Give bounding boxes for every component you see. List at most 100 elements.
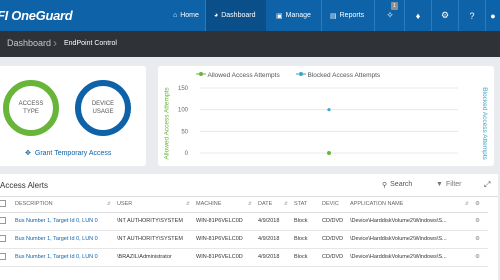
search-icon: ⚲ bbox=[382, 182, 388, 189]
column-header-machine[interactable]: MACHINE ⇵ bbox=[193, 197, 255, 213]
search-button[interactable]: ⚲ Search bbox=[382, 181, 412, 189]
row-select-cell[interactable] bbox=[0, 230, 12, 249]
home-icon: ⌂ bbox=[173, 12, 178, 19]
column-header-label: MACHINE bbox=[196, 201, 222, 208]
access-type-label: ACCESS TYPE bbox=[18, 101, 44, 115]
column-header-label: STAT bbox=[294, 201, 308, 208]
cell-machine: WIN-81P6VELC0D bbox=[193, 212, 255, 231]
cell-application-name: \Device\HarddiskVolume2\Windows\S... bbox=[347, 230, 472, 249]
cell-description[interactable]: Bus Number 1, Target Id 0, LUN 0 bbox=[12, 212, 114, 231]
access-summary-card: ACCESS TYPE DEVICE USAGE ✥ Grant Tempora… bbox=[0, 66, 146, 166]
row-select-cell[interactable] bbox=[0, 212, 12, 231]
nav-manage-label: Manage bbox=[285, 12, 311, 19]
y-tick-label: 100 bbox=[178, 108, 189, 114]
dashboard-icon: ◕ bbox=[214, 12, 219, 19]
table-header-row: DESCRIPTION ⇵ USER ⇵ MACHINE ⇵ DATE ⇵ STAT D… bbox=[0, 197, 488, 213]
cell-date: 4/9/2018 bbox=[255, 248, 291, 267]
nav-dashboard[interactable]: ◕ Dashboard bbox=[206, 0, 266, 31]
cell-date: 4/9/2018 bbox=[255, 212, 291, 231]
access-attempts-chart-card: Allowed Access Attempts Blocked Access A… bbox=[158, 66, 494, 166]
cell-description[interactable]: Bus Number 1, Target Id 0, LUN 0 bbox=[12, 230, 114, 249]
sort-icon: ⇵ bbox=[106, 201, 111, 208]
row-checkbox[interactable] bbox=[0, 234, 6, 242]
row-checkbox[interactable] bbox=[0, 252, 6, 260]
cell-status: Block bbox=[291, 212, 319, 231]
filter-button[interactable]: ▼ Filter bbox=[436, 181, 462, 188]
cell-date: 4/9/2018 bbox=[255, 230, 291, 249]
expand-icon[interactable]: ⤢ bbox=[484, 180, 490, 190]
sort-icon: ⇵ bbox=[283, 201, 288, 208]
sort-icon: ⇵ bbox=[185, 201, 190, 208]
row-select-cell[interactable] bbox=[0, 248, 12, 267]
y-tick-label: 50 bbox=[181, 129, 188, 135]
device-usage-ring[interactable]: DEVICE USAGE bbox=[75, 80, 131, 136]
y-tick-label: 0 bbox=[185, 151, 189, 157]
grant-temporary-access-label: Grant Temporary Access bbox=[34, 149, 112, 157]
cell-application-name: \Device\HarddiskVolume2\Windows\S... bbox=[347, 212, 472, 231]
row-settings-icon[interactable]: ⚙ bbox=[475, 218, 480, 224]
column-header-status[interactable]: STAT bbox=[291, 197, 319, 213]
column-header-settings[interactable]: ⚙ bbox=[472, 197, 488, 213]
bell-icon[interactable]: ♦ bbox=[405, 0, 431, 31]
cell-user: \BRAZIL\Administrator bbox=[114, 248, 193, 267]
blocked-data-point[interactable] bbox=[327, 108, 331, 112]
cell-device: CD/DVD bbox=[319, 248, 347, 267]
sort-icon: ⇵ bbox=[464, 201, 469, 208]
cell-application-name: \Device\HarddiskVolume2\Windows\S... bbox=[347, 248, 472, 267]
access-attempts-chart: 150 100 50 0 bbox=[178, 86, 458, 157]
user-icon[interactable]: ● bbox=[486, 0, 500, 31]
search-label: Search bbox=[390, 181, 413, 188]
notification-count-badge: 1 bbox=[391, 2, 398, 10]
column-header-application-name[interactable]: APPLICATION NAME ⇵ bbox=[347, 197, 472, 213]
nav-reports-label: Reports bbox=[339, 12, 365, 19]
y-tick-label: 150 bbox=[178, 86, 189, 92]
select-all-checkbox[interactable] bbox=[0, 199, 6, 207]
nav-manage[interactable]: ▣ Manage bbox=[266, 0, 321, 31]
row-settings-cell[interactable]: ⚙ bbox=[472, 248, 488, 267]
table-row[interactable]: Bus Number 1, Target Id 0, LUN 0 \NT AUT… bbox=[0, 212, 488, 231]
cell-device: CD/DVD bbox=[319, 230, 347, 249]
breadcrumb-separator-icon: › bbox=[53, 36, 57, 50]
alerts-table: DESCRIPTION ⇵ USER ⇵ MACHINE ⇵ DATE ⇵ STAT D… bbox=[0, 197, 488, 267]
cell-machine: WIN-81P6VELC0D bbox=[193, 248, 255, 267]
device-usage-label: DEVICE USAGE bbox=[91, 101, 115, 115]
access-alerts-panel: Access Alerts ⚲ Search ▼ Filter ⤢ DESCRI… bbox=[0, 174, 498, 280]
breadcrumb-root[interactable]: Dashboard bbox=[7, 38, 51, 48]
row-settings-cell[interactable]: ⚙ bbox=[472, 230, 488, 249]
table-row[interactable]: Bus Number 1, Target Id 0, LUN 0 \BRAZIL… bbox=[0, 248, 488, 267]
sync-icon[interactable]: ✧ bbox=[377, 0, 403, 31]
column-header-user[interactable]: USER ⇵ bbox=[114, 197, 193, 213]
help-icon[interactable]: ? bbox=[459, 0, 485, 31]
row-settings-icon[interactable]: ⚙ bbox=[475, 254, 480, 260]
column-header-label: APPLICATION NAME bbox=[350, 201, 404, 208]
nav-home[interactable]: ⌂ Home bbox=[163, 0, 205, 31]
column-header-label: DATE bbox=[258, 201, 273, 208]
column-header-label: USER bbox=[117, 201, 133, 208]
row-checkbox[interactable] bbox=[0, 216, 6, 224]
row-settings-cell[interactable]: ⚙ bbox=[472, 212, 488, 231]
cell-status: Block bbox=[291, 230, 319, 249]
nav-home-label: Home bbox=[180, 12, 199, 19]
column-header-device[interactable]: DEVIC bbox=[319, 197, 347, 213]
access-alerts-title: Access Alerts bbox=[0, 181, 49, 190]
access-type-ring[interactable]: ACCESS TYPE bbox=[3, 80, 59, 136]
cell-description[interactable]: Bus Number 1, Target Id 0, LUN 0 bbox=[12, 248, 114, 267]
nav-dashboard-label: Dashboard bbox=[221, 12, 256, 19]
move-icon: ✥ bbox=[25, 150, 31, 157]
cell-status: Block bbox=[291, 248, 319, 267]
cell-machine: WIN-81P6VELC0D bbox=[193, 230, 255, 249]
select-all-cell[interactable] bbox=[0, 197, 12, 213]
column-header-date[interactable]: DATE ⇵ bbox=[255, 197, 291, 213]
reports-icon: ▤ bbox=[330, 12, 337, 20]
column-header-description[interactable]: DESCRIPTION ⇵ bbox=[12, 197, 114, 213]
settings-icon: ⚙ bbox=[475, 201, 480, 208]
cell-user: \NT AUTHORITY\SYSTEM bbox=[114, 230, 193, 249]
grant-temporary-access-link[interactable]: ✥ Grant Temporary Access bbox=[25, 149, 112, 158]
table-row[interactable]: Bus Number 1, Target Id 0, LUN 0 \NT AUT… bbox=[0, 230, 488, 249]
nav-reports[interactable]: ▤ Reports bbox=[322, 0, 374, 31]
gear-icon[interactable]: ⚙ bbox=[432, 0, 458, 31]
column-header-label: DESCRIPTION bbox=[15, 201, 53, 208]
row-settings-icon[interactable]: ⚙ bbox=[475, 236, 480, 242]
allowed-data-point[interactable] bbox=[327, 151, 331, 155]
filter-label: Filter bbox=[445, 181, 462, 188]
